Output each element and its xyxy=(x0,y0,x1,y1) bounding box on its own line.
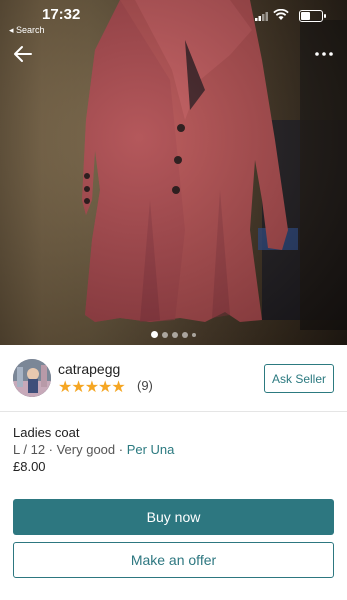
seller-avatar[interactable] xyxy=(13,359,51,397)
status-bar: 17:32 ◂ Search xyxy=(0,6,347,35)
back-arrow-icon[interactable] xyxy=(12,44,34,64)
item-title: Ladies coat xyxy=(13,425,80,440)
seller-username[interactable]: catrapegg xyxy=(58,361,120,377)
carousel-dot[interactable] xyxy=(182,331,188,338)
signal-icon xyxy=(255,12,268,21)
status-time: 17:32 xyxy=(42,6,81,23)
review-count[interactable]: (9) xyxy=(137,378,153,393)
carousel-dot[interactable] xyxy=(172,331,178,338)
listing-photo[interactable] xyxy=(0,0,347,345)
size-condition: L / 12 · Very good · xyxy=(13,442,127,457)
seller-row: catrapegg ★★★★★ (9) Ask Seller xyxy=(0,345,347,412)
ask-seller-button[interactable]: Ask Seller xyxy=(264,364,334,393)
wifi-icon xyxy=(273,9,289,20)
item-price: £8.00 xyxy=(13,459,46,474)
rating-stars-icon: ★★★★★ xyxy=(58,379,126,396)
avatar-image xyxy=(13,359,51,397)
battery-icon xyxy=(299,10,326,22)
carousel-indicator xyxy=(0,326,347,344)
item-meta: L / 12 · Very good · Per Una xyxy=(13,442,333,457)
item-details: Ladies coat L / 12 · Very good · Per Una… xyxy=(13,425,333,474)
make-offer-button[interactable]: Make an offer xyxy=(13,542,334,578)
more-options-icon[interactable] xyxy=(313,44,335,64)
brand-link[interactable]: Per Una xyxy=(127,442,175,457)
buy-now-button[interactable]: Buy now xyxy=(13,499,334,535)
carousel-dot[interactable] xyxy=(151,331,158,339)
carousel-dot[interactable] xyxy=(162,331,168,338)
back-to-search-link[interactable]: ◂ Search xyxy=(9,25,45,36)
carousel-dot[interactable] xyxy=(192,332,196,337)
